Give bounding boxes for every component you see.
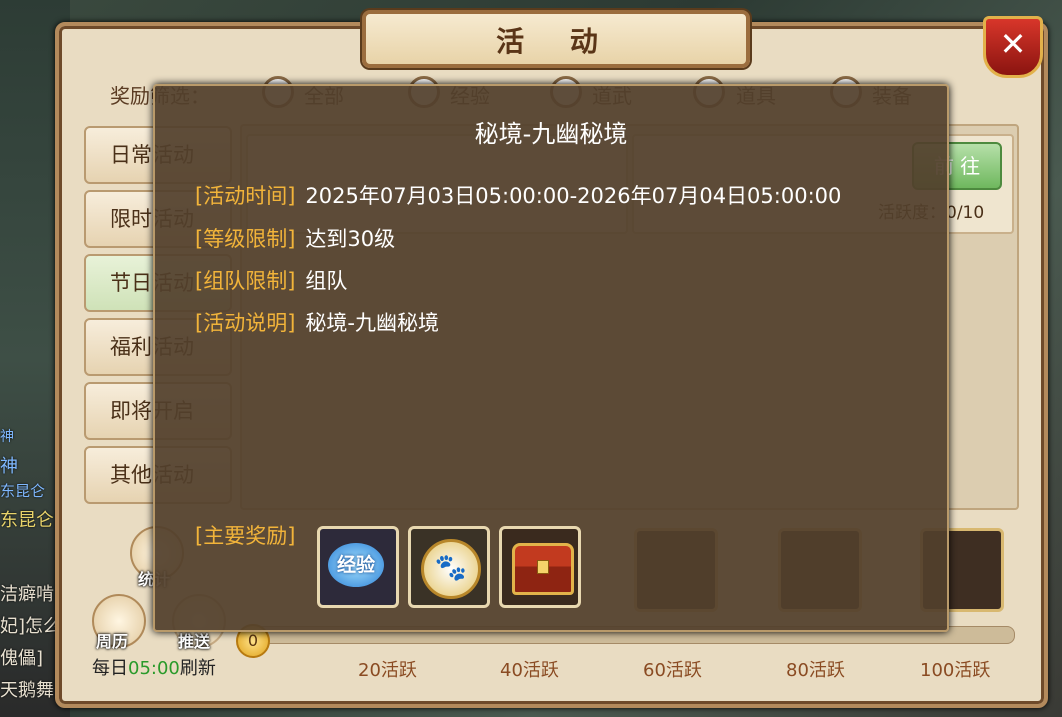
tooltip-value: 组队 [305, 269, 348, 293]
chat-line: 洁癖啃 [0, 584, 54, 605]
close-icon: ✕ [999, 25, 1027, 63]
chat-line: 天鹅舞 [0, 680, 54, 701]
reward-item[interactable]: 🐾 [408, 526, 490, 608]
calendar-label: 周历 [96, 632, 129, 651]
reward-item[interactable]: 经验 [317, 526, 399, 608]
tooltip-row-level: [等级限制] 达到30级 [195, 223, 395, 253]
milestone-label: 40活跃 [500, 660, 559, 681]
daily-refresh-time: 05:00 [128, 658, 180, 679]
daily-refresh-prefix: 每日 [92, 658, 128, 679]
window-title-plate: 活 动 [362, 10, 750, 68]
tooltip-label: [等级限制] [195, 227, 296, 251]
milestone-label: 80活跃 [786, 660, 845, 681]
chat-line: 神 [0, 456, 18, 477]
milestone-label: 20活跃 [358, 660, 417, 681]
exp-icon: 经验 [328, 543, 384, 587]
chat-line: 东昆仑 [0, 510, 54, 531]
treasure-chest-icon [512, 543, 574, 595]
tooltip-value: 达到30级 [305, 227, 396, 251]
chat-line: 东昆仑 [0, 482, 46, 500]
chat-line: 神 [0, 429, 14, 445]
tooltip-row-team: [组队限制] 组队 [195, 265, 347, 295]
chat-line: 傀儡] [0, 648, 44, 669]
daily-refresh-note: 每日05:00刷新 [92, 654, 216, 680]
milestone-label: 100活跃 [920, 660, 991, 681]
milestone-label: 60活跃 [643, 660, 702, 681]
tooltip-value: 秘境-九幽秘境 [305, 311, 439, 335]
daily-refresh-suffix: 刷新 [179, 658, 216, 679]
tooltip-rewards-label: [主要奖励] [195, 524, 296, 548]
tooltip-title: 秘境-九幽秘境 [474, 120, 628, 148]
activity-detail-tooltip: 秘境-九幽秘境 [活动时间] 2025年07月03日05:00:00-2026年0… [153, 84, 949, 632]
tooltip-label: [活动时间] [195, 184, 296, 208]
tooltip-value: 2025年07月03日05:00:00-2026年07月04日05:00:00 [305, 184, 842, 208]
window-title: 活 动 [496, 25, 616, 58]
tooltip-label: [组队限制] [195, 269, 296, 293]
tooltip-label: [活动说明] [195, 311, 296, 335]
paw-coin-icon: 🐾 [421, 539, 481, 599]
close-button[interactable]: ✕ [983, 16, 1043, 78]
chat-line: 妃]怎么 [0, 616, 62, 637]
tooltip-row-desc: [活动说明] 秘境-九幽秘境 [195, 307, 439, 337]
reward-item[interactable] [499, 526, 581, 608]
tooltip-row-time: [活动时间] 2025年07月03日05:00:00-2026年07月04日05:… [195, 180, 841, 210]
